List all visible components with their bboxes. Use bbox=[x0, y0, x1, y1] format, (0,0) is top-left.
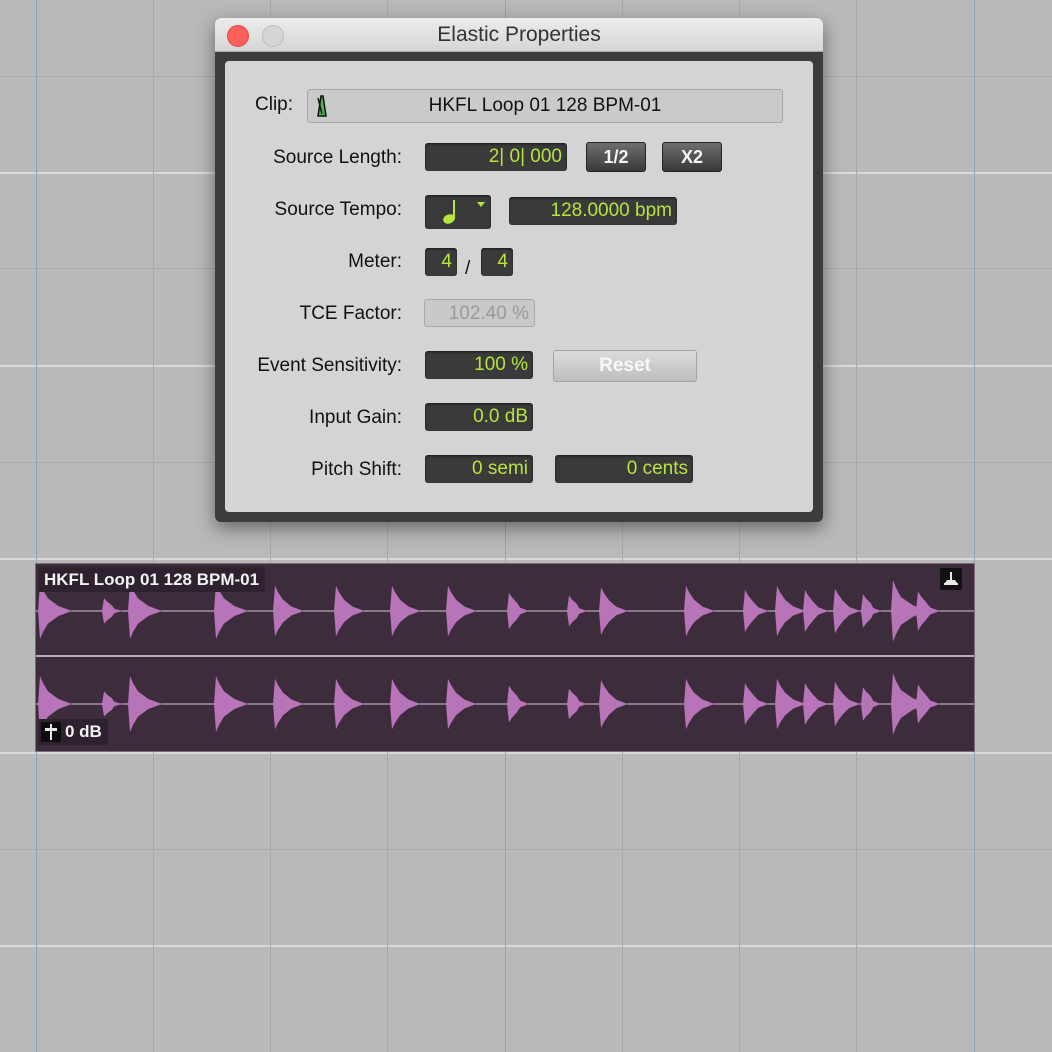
meter-label: Meter: bbox=[348, 251, 402, 272]
clip-gain-fader-icon[interactable] bbox=[41, 722, 61, 742]
event-sensitivity-field[interactable]: 100 % bbox=[425, 351, 533, 379]
clip-name-text: HKFL Loop 01 128 BPM-01 bbox=[428, 95, 662, 116]
input-gain-field[interactable]: 0.0 dB bbox=[425, 403, 533, 431]
tce-factor-field: 102.40 % bbox=[424, 299, 535, 327]
waveform-right-channel bbox=[36, 673, 974, 735]
channel-divider bbox=[36, 655, 974, 657]
source-length-label: Source Length: bbox=[273, 147, 402, 168]
tempo-note-selector[interactable] bbox=[425, 195, 491, 229]
meter-separator: / bbox=[465, 258, 471, 279]
clip-label: Clip: bbox=[255, 94, 294, 115]
audio-clip[interactable]: HKFL Loop 01 128 BPM-01 0 dB bbox=[35, 563, 975, 752]
bar-line bbox=[974, 0, 975, 1052]
source-tempo-field[interactable]: 128.0000 bpm bbox=[509, 197, 677, 225]
half-length-button[interactable]: 1/2 bbox=[586, 142, 646, 172]
track-separator bbox=[0, 945, 1052, 947]
clip-gain-value: 0 dB bbox=[65, 722, 102, 741]
meter-denominator-field[interactable]: 4 bbox=[481, 248, 513, 276]
grid-line bbox=[0, 849, 1052, 850]
tce-factor-label: TCE Factor: bbox=[299, 303, 402, 324]
bar-line bbox=[36, 0, 37, 1052]
pitch-semi-field[interactable]: 0 semi bbox=[425, 455, 533, 483]
dialog-title: Elastic Properties bbox=[437, 23, 601, 46]
double-length-button[interactable]: X2 bbox=[662, 142, 722, 172]
quarter-note-icon bbox=[443, 200, 485, 224]
pitch-cents-field[interactable]: 0 cents bbox=[555, 455, 693, 483]
elastic-properties-dialog: Elastic Properties Clip: HKFL Loop 01 12… bbox=[215, 18, 823, 522]
dialog-titlebar[interactable]: Elastic Properties bbox=[215, 18, 823, 52]
clip-gain-badge[interactable]: 0 dB bbox=[38, 719, 108, 745]
beat-line bbox=[153, 0, 154, 1052]
track-separator bbox=[0, 558, 1052, 560]
source-tempo-label: Source Tempo: bbox=[274, 199, 402, 220]
clip-name-label: HKFL Loop 01 128 BPM-01 bbox=[38, 567, 266, 592]
elastic-audio-icon[interactable] bbox=[940, 568, 962, 590]
pitch-shift-label: Pitch Shift: bbox=[311, 459, 402, 480]
meter-numerator-field[interactable]: 4 bbox=[425, 248, 457, 276]
clip-name-field: HKFL Loop 01 128 BPM-01 bbox=[307, 89, 783, 123]
input-gain-label: Input Gain: bbox=[309, 407, 402, 428]
reset-button[interactable]: Reset bbox=[553, 350, 697, 382]
track-separator bbox=[0, 752, 1052, 754]
event-sensitivity-label: Event Sensitivity: bbox=[257, 355, 402, 376]
source-length-field[interactable]: 2| 0| 000 bbox=[425, 143, 567, 171]
properties-panel: Clip: HKFL Loop 01 128 BPM-01 Source Len… bbox=[225, 61, 813, 512]
beat-line bbox=[856, 0, 857, 1052]
